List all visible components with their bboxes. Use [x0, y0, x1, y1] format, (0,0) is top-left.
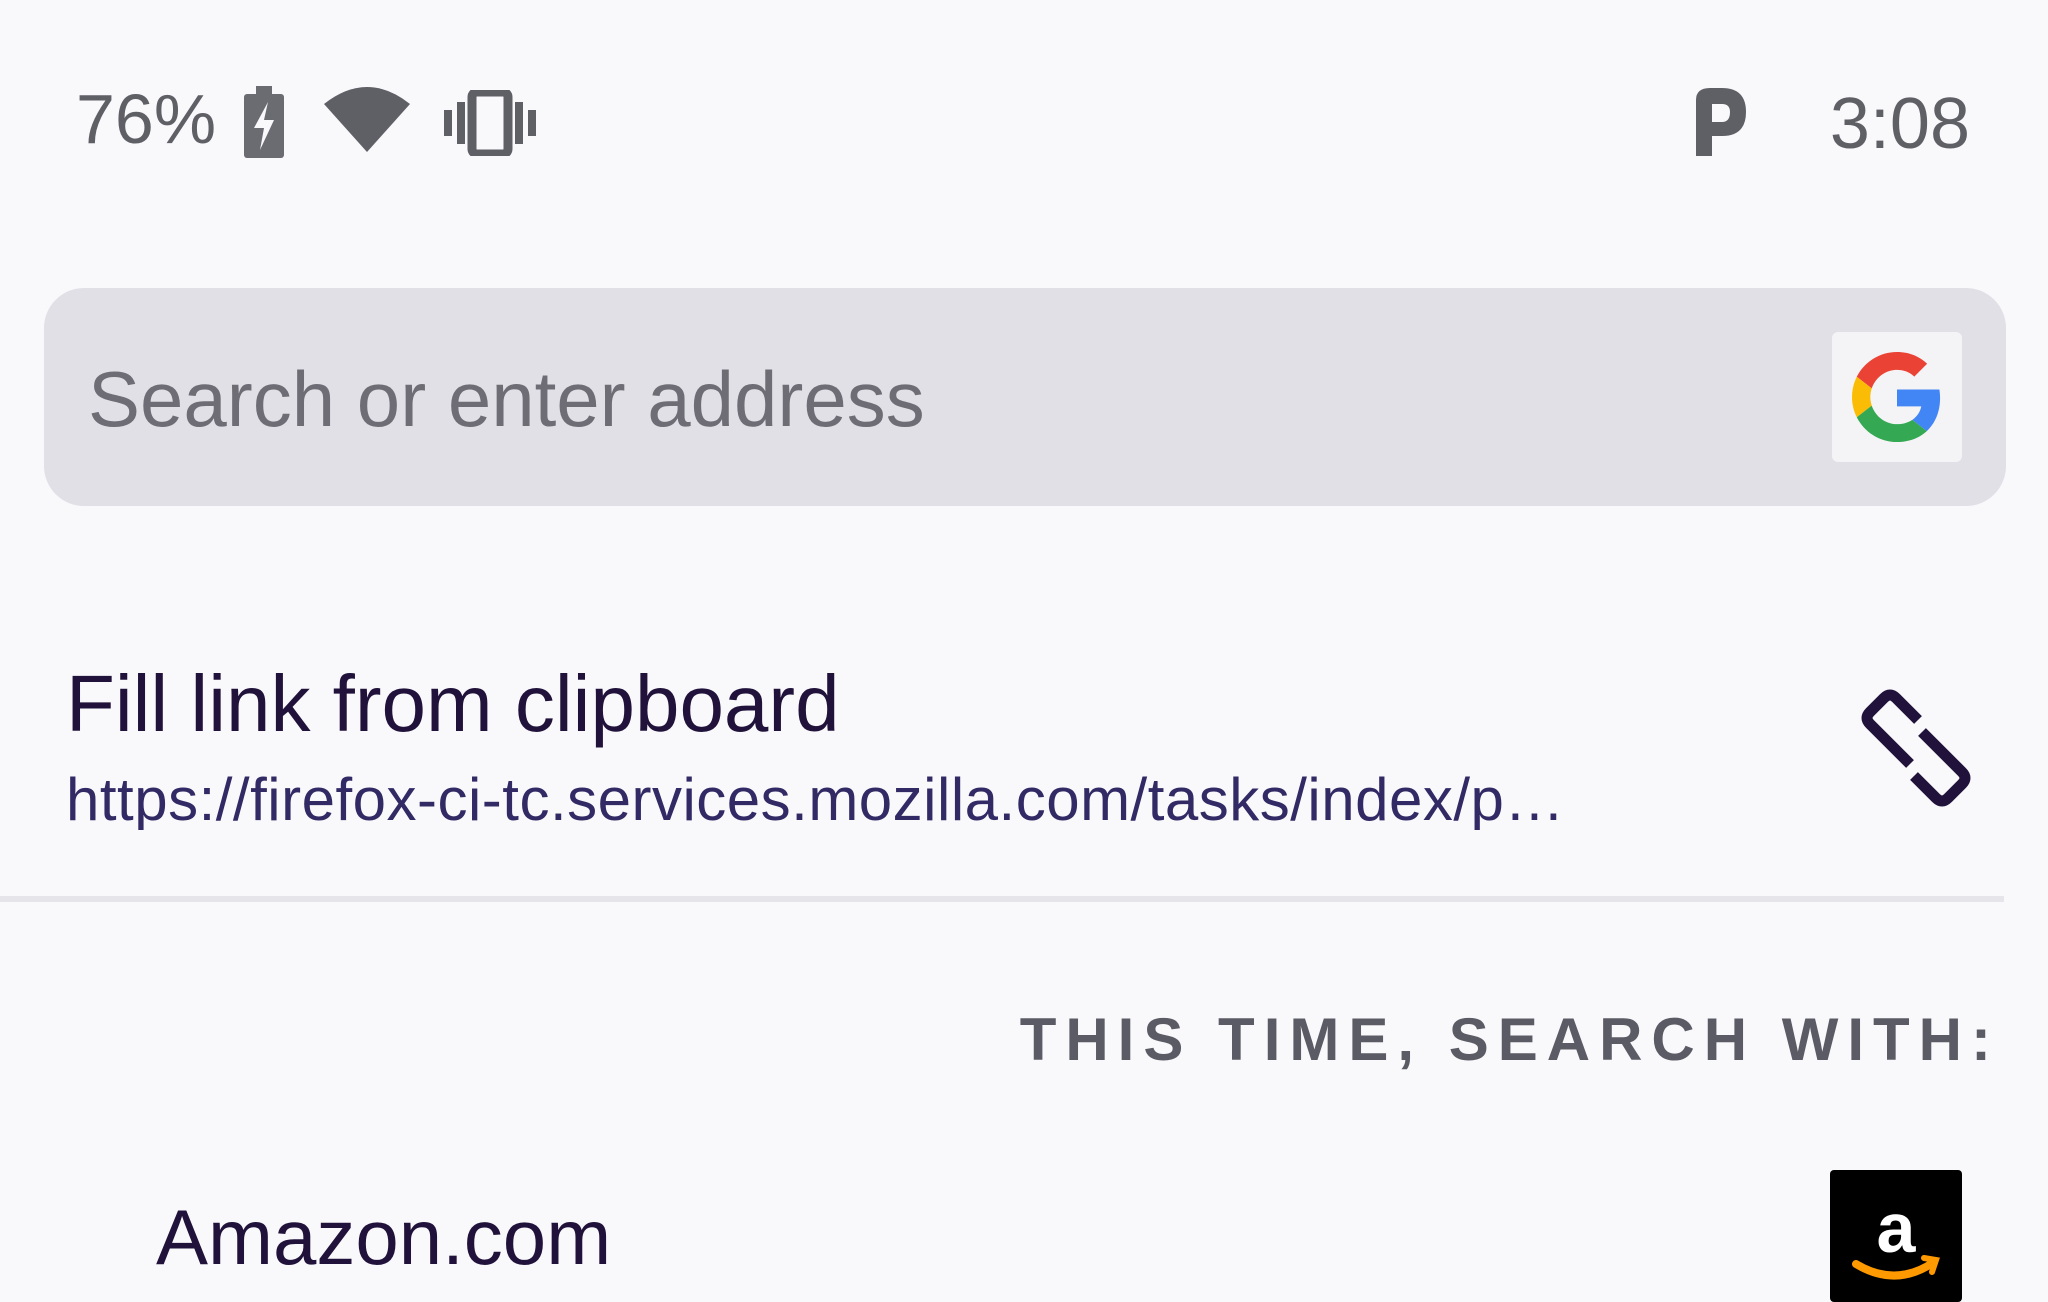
- status-bar: 76% 3:08: [0, 0, 2048, 250]
- vibrate-icon: [444, 87, 536, 161]
- battery-charging-icon: [244, 86, 284, 163]
- address-placeholder[interactable]: Search or enter address: [88, 360, 925, 438]
- clipboard-suggestion-title: Fill link from clipboard: [66, 659, 840, 748]
- clock: 3:08: [1829, 84, 1970, 164]
- wifi-icon: [324, 86, 410, 157]
- google-icon: [1852, 352, 1941, 442]
- clipboard-suggestion-url: https://firefox-ci-tc.services.mozilla.c…: [66, 770, 1565, 830]
- search-engine-name: Amazon.com: [156, 1193, 612, 1281]
- address-bar[interactable]: Search or enter address: [44, 288, 2006, 506]
- parking-p-icon: [1692, 86, 1748, 161]
- clipboard-suggestion[interactable]: Fill link from clipboard https://firefox…: [0, 620, 2006, 902]
- svg-text:a: a: [1877, 1189, 1917, 1267]
- battery-percent: 76%: [76, 80, 217, 158]
- amazon-icon: a: [1830, 1170, 1962, 1302]
- link-icon: [1856, 688, 1976, 813]
- search-engine-button[interactable]: [1832, 332, 1962, 462]
- search-engines-header: THIS TIME, SEARCH WITH:: [1019, 1006, 2000, 1073]
- divider: [0, 896, 2004, 902]
- search-engine-item-amazon[interactable]: Amazon.com a: [0, 1150, 2048, 1302]
